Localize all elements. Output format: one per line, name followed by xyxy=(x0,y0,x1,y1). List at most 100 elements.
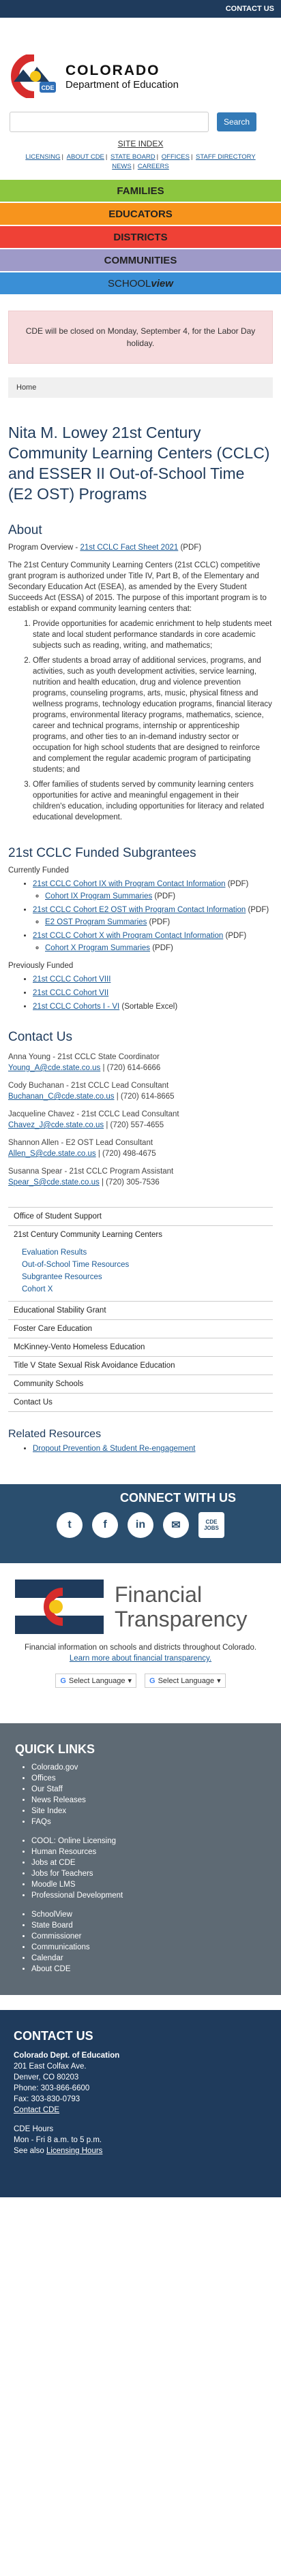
quicklink[interactable]: Communications xyxy=(31,1942,273,1953)
list-item: 21st CCLC Cohort X with Program Contact … xyxy=(33,930,273,954)
contact-email-link[interactable]: Buchanan_C@cde.state.co.us xyxy=(8,1093,115,1101)
e2-ost-summaries-link[interactable]: E2 OST Program Summaries xyxy=(45,918,147,926)
cde-jobs-icon[interactable]: CDE JOBS xyxy=(198,1512,224,1538)
util-link-state-board[interactable]: STATE BOARD xyxy=(110,153,156,161)
nav-communities[interactable]: COMMUNITIES xyxy=(0,249,281,272)
current-subgrantees-list: 21st CCLC Cohort IX with Program Contact… xyxy=(33,879,273,954)
quicklink[interactable]: Jobs at CDE xyxy=(31,1857,273,1868)
footer-contact-heading: CONTACT US xyxy=(14,2029,93,2043)
cohort-vii-link[interactable]: 21st CCLC Cohort VII xyxy=(33,989,108,997)
quick-links: QUICK LINKS Colorado.gov Offices Our Sta… xyxy=(0,1723,281,1995)
site-index-link[interactable]: SITE INDEX xyxy=(0,139,281,148)
transparency-title-1: Financial xyxy=(115,1582,203,1607)
linkedin-icon[interactable]: in xyxy=(128,1512,153,1538)
contact-cde-link[interactable]: Contact CDE xyxy=(14,2106,59,2114)
dropout-prevention-link[interactable]: Dropout Prevention & Student Re-engageme… xyxy=(33,1445,195,1453)
sidenav-contact-us[interactable]: Contact Us xyxy=(8,1394,273,1412)
language-select[interactable]: G Select Language ▾ xyxy=(55,1674,136,1688)
logo-title: COLORADO xyxy=(65,62,160,78)
quicklink[interactable]: FAQs xyxy=(31,1817,273,1827)
purpose-item: Provide opportunities for academic enric… xyxy=(33,618,273,651)
facebook-icon[interactable]: f xyxy=(92,1512,118,1538)
quicklink[interactable]: SchoolView xyxy=(31,1909,273,1920)
sidenav-educational-stability[interactable]: Educational Stability Grant xyxy=(8,1302,273,1320)
cohort-ix-summaries-link[interactable]: Cohort IX Program Summaries xyxy=(45,892,152,900)
quicklink[interactable]: News Releases xyxy=(31,1795,273,1806)
google-g-icon: G xyxy=(149,1676,156,1685)
contact-person: Shannon Allen - E2 OST Lead Consultant A… xyxy=(8,1139,156,1158)
cohort-x-summaries-link[interactable]: Cohort X Program Summaries xyxy=(45,944,150,952)
list-item: 21st CCLC Cohort E2 OST with Program Con… xyxy=(33,905,273,928)
cohort-x-link[interactable]: 21st CCLC Cohort X with Program Contact … xyxy=(33,932,223,940)
nav-districts[interactable]: DISTRICTS xyxy=(0,226,281,249)
email-icon[interactable]: ✉ xyxy=(163,1512,189,1538)
fact-sheet-link[interactable]: 21st CCLC Fact Sheet 2021 xyxy=(80,544,178,552)
quicklink[interactable]: Colorado.gov xyxy=(31,1762,273,1773)
schoolview-label-part2: view xyxy=(151,277,173,289)
related-heading: Related Resources xyxy=(8,1428,102,1440)
cde-logo[interactable]: CDE COLORADO Department of Education xyxy=(0,18,281,105)
sidenav-community-schools[interactable]: Community Schools xyxy=(8,1375,273,1394)
nav-families[interactable]: FAMILIES xyxy=(0,180,281,203)
sidenav-foster-care[interactable]: Foster Care Education xyxy=(8,1320,273,1338)
contact-person: Anna Young - 21st CCLC State Coordinator… xyxy=(8,1053,161,1072)
quicklink[interactable]: Human Resources xyxy=(31,1847,273,1857)
transparency-text: Financial information on schools and dis… xyxy=(24,1644,257,1663)
sidenav-cohort-x[interactable]: Cohort X xyxy=(8,1283,273,1295)
language-select[interactable]: G Select Language ▾ xyxy=(145,1674,226,1688)
sidenav-ost-resources[interactable]: Out-of-School Time Resources xyxy=(8,1259,273,1271)
quicklink[interactable]: Professional Development xyxy=(31,1890,273,1901)
sidenav-title-v[interactable]: Title V State Sexual Risk Avoidance Educ… xyxy=(8,1357,273,1375)
util-link-about[interactable]: ABOUT CDE xyxy=(67,153,104,161)
quicklink[interactable]: About CDE xyxy=(31,1964,273,1975)
quicklink[interactable]: Offices xyxy=(31,1773,273,1784)
quicklink[interactable]: Calendar xyxy=(31,1953,273,1964)
contact-email-link[interactable]: Chavez_J@cde.state.co.us xyxy=(8,1121,104,1129)
quicklink[interactable]: Commissioner xyxy=(31,1931,273,1942)
util-link-staff-directory[interactable]: STAFF DIRECTORY xyxy=(196,153,256,161)
twitter-icon[interactable]: t xyxy=(57,1512,83,1538)
contact-person: Cody Buchanan - 21st CCLC Lead Consultan… xyxy=(8,1082,175,1101)
contact-email-link[interactable]: Young_A@cde.state.co.us xyxy=(8,1064,100,1072)
cohort-ix-link[interactable]: 21st CCLC Cohort IX with Program Contact… xyxy=(33,880,226,888)
sidenav-evaluation-results[interactable]: Evaluation Results xyxy=(8,1246,273,1259)
contact-email-link[interactable]: Allen_S@cde.state.co.us xyxy=(8,1150,96,1158)
util-link-licensing[interactable]: LICENSING xyxy=(25,153,60,161)
transparency-learn-more-link[interactable]: Learn more about financial transparency. xyxy=(70,1654,211,1663)
quicklink[interactable]: Site Index xyxy=(31,1806,273,1817)
quicklink[interactable]: COOL: Online Licensing xyxy=(31,1836,273,1847)
quicklink[interactable]: Jobs for Teachers xyxy=(31,1868,273,1879)
quicklink[interactable]: Moodle LMS xyxy=(31,1879,273,1890)
cohorts-i-vi-link[interactable]: 21st CCLC Cohorts I - VI xyxy=(33,1003,119,1011)
util-link-news[interactable]: NEWS xyxy=(112,163,132,170)
util-link-careers[interactable]: CAREERS xyxy=(138,163,169,170)
chevron-down-icon: ▾ xyxy=(217,1677,221,1685)
cohort-e2-ost-link[interactable]: 21st CCLC Cohort E2 OST with Program Con… xyxy=(33,906,246,914)
list-item: 21st CCLC Cohort IX with Program Contact… xyxy=(33,879,273,902)
quicklink[interactable]: Our Staff xyxy=(31,1784,273,1795)
cohort-viii-link[interactable]: 21st CCLC Cohort VIII xyxy=(33,975,110,984)
sidenav-21st-cclc[interactable]: 21st Century Community Learning Centers xyxy=(8,1226,273,1244)
sidenav-subgrantee-resources[interactable]: Subgrantee Resources xyxy=(8,1271,273,1283)
sidenav-mckinney-vento[interactable]: McKinney-Vento Homeless Education xyxy=(8,1338,273,1357)
quicklink[interactable]: State Board xyxy=(31,1920,273,1931)
closure-alert: CDE will be closed on Monday, September … xyxy=(8,311,273,364)
breadcrumb-home[interactable]: Home xyxy=(16,383,36,392)
top-contact-us-link[interactable]: CONTACT US xyxy=(226,5,274,13)
svg-text:CDE: CDE xyxy=(41,84,54,91)
contact-person: Susanna Spear - 21st CCLC Program Assist… xyxy=(8,1167,174,1187)
colorado-flag-icon xyxy=(15,1580,104,1634)
search-button[interactable]: Search xyxy=(217,112,256,131)
connect-title: CONNECT WITH US xyxy=(120,1491,236,1505)
purpose-item: Offer students a broad array of addition… xyxy=(33,655,273,775)
previous-subgrantees-list: 21st CCLC Cohort VIII 21st CCLC Cohort V… xyxy=(33,974,273,1012)
search-input[interactable] xyxy=(10,112,209,132)
util-link-offices[interactable]: OFFICES xyxy=(162,153,190,161)
sidenav-office-student-support[interactable]: Office of Student Support xyxy=(8,1208,273,1226)
nav-schoolview[interactable]: SCHOOL view xyxy=(0,272,281,296)
contact-email-link[interactable]: Spear_S@cde.state.co.us xyxy=(8,1178,100,1187)
licensing-hours-link[interactable]: Licensing Hours xyxy=(46,2147,102,2155)
financial-transparency-logo[interactable]: Financial Transparency xyxy=(0,1580,281,1634)
nav-educators[interactable]: EDUCATORS xyxy=(0,203,281,226)
quick-links-heading: QUICK LINKS xyxy=(15,1742,95,1756)
